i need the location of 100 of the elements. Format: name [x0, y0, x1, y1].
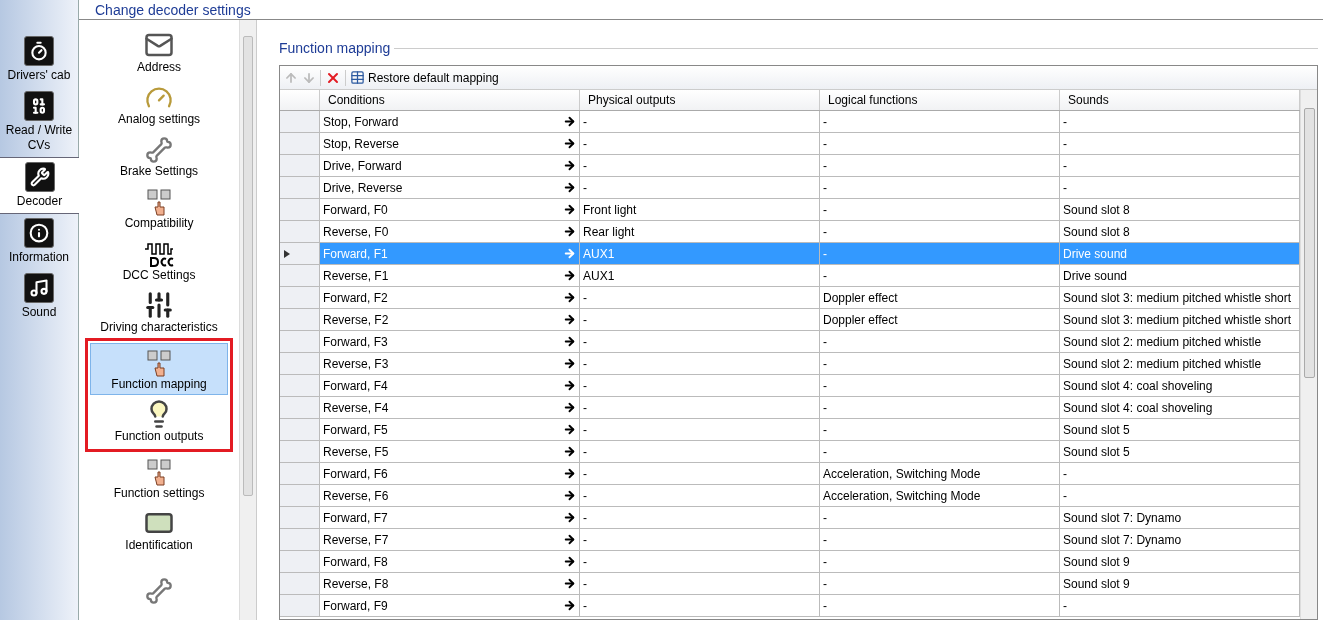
column-header[interactable]: Conditions: [320, 90, 580, 110]
table-cell: Stop, Forward: [320, 111, 580, 132]
table-row[interactable]: Forward, F6 - Acceleration, Switching Mode -: [280, 463, 1300, 485]
nav-item[interactable]: Drivers' cab: [0, 32, 78, 87]
table-cell: Stop, Reverse: [320, 133, 580, 154]
table-row[interactable]: Forward, F8 - - Sound slot 9: [280, 551, 1300, 573]
table-row[interactable]: Reverse, F2 - Doppler effect Sound slot 3: medium pitched whistle short: [280, 309, 1300, 331]
table-row[interactable]: Forward, F9 - - -: [280, 595, 1300, 617]
table-cell: Reverse, F4: [320, 397, 580, 418]
arrow-right-icon: [563, 313, 576, 326]
table-cell: Drive, Reverse: [320, 177, 580, 198]
page-title: Change decoder settings: [95, 2, 251, 17]
table-cell: Acceleration, Switching Mode: [820, 485, 1060, 506]
table-row[interactable]: Reverse, F7 - - Sound slot 7: Dynamo: [280, 529, 1300, 551]
arrow-right-icon: [563, 225, 576, 238]
table-cell: -: [820, 573, 1060, 594]
category-item[interactable]: Identification: [90, 504, 229, 556]
table-cell: -: [580, 463, 820, 484]
table-cell: -: [820, 221, 1060, 242]
table-cell: Reverse, F5: [320, 441, 580, 462]
category-item[interactable]: Function settings: [90, 452, 229, 504]
table-row[interactable]: Forward, F3 - - Sound slot 2: medium pitched whistle: [280, 331, 1300, 353]
arrow-right-icon: [563, 137, 576, 150]
table-row[interactable]: Reverse, F1 AUX1 - Drive sound: [280, 265, 1300, 287]
category-item[interactable]: Analog settings: [90, 78, 229, 130]
table-cell: -: [580, 419, 820, 440]
arrow-right-icon: [563, 423, 576, 436]
arrow-right-icon: [563, 335, 576, 348]
category-item[interactable]: Compatibility: [90, 182, 229, 234]
table-row[interactable]: Forward, F0 Front light - Sound slot 8: [280, 199, 1300, 221]
table-row[interactable]: Forward, F5 - - Sound slot 5: [280, 419, 1300, 441]
table-cell: -: [580, 111, 820, 132]
column-header[interactable]: Logical functions: [820, 90, 1060, 110]
category-item[interactable]: Function mapping: [90, 343, 229, 395]
table-cell: -: [580, 507, 820, 528]
table-cell: Reverse, F8: [320, 573, 580, 594]
sliders-icon: [144, 290, 175, 320]
table-row[interactable]: Reverse, F8 - - Sound slot 9: [280, 573, 1300, 595]
table-row[interactable]: Reverse, F3 - - Sound slot 2: medium pitched whistle: [280, 353, 1300, 375]
table-cell: Forward, F5: [320, 419, 580, 440]
table-row[interactable]: Reverse, F4 - - Sound slot 4: coal shoveling: [280, 397, 1300, 419]
table-cell: Reverse, F0: [320, 221, 580, 242]
table-cell: -: [580, 287, 820, 308]
table-cell: Front light: [580, 199, 820, 220]
table-cell: -: [580, 529, 820, 550]
nav-item[interactable]: Decoder: [0, 157, 79, 214]
grid-icon: [350, 70, 365, 85]
table-row[interactable]: Forward, F4 - - Sound slot 4: coal shoveling: [280, 375, 1300, 397]
function-keys-icon: [145, 349, 174, 377]
table-cell: Forward, F8: [320, 551, 580, 572]
table-cell: -: [580, 485, 820, 506]
scrollbar[interactable]: [1300, 90, 1317, 619]
arrow-right-icon: [563, 203, 576, 216]
arrow-right-icon: [563, 291, 576, 304]
table-cell: Reverse, F3: [320, 353, 580, 374]
function-keys-icon: [145, 458, 174, 486]
arrow-right-icon: [563, 511, 576, 524]
table-cell: Forward, F3: [320, 331, 580, 352]
table-cell: Reverse, F6: [320, 485, 580, 506]
column-header[interactable]: Physical outputs: [580, 90, 820, 110]
restore-default-button[interactable]: Restore default mapping: [350, 68, 499, 87]
arrow-right-icon: [563, 445, 576, 458]
table-cell: -: [580, 133, 820, 154]
table-row[interactable]: Drive, Reverse - - -: [280, 177, 1300, 199]
category-item[interactable]: Address: [90, 26, 229, 78]
arrow-right-icon: [563, 401, 576, 414]
table-row[interactable]: Forward, F7 - - Sound slot 7: Dynamo: [280, 507, 1300, 529]
arrow-right-icon: [563, 115, 576, 128]
signal-wave-icon: [144, 242, 175, 268]
table-row[interactable]: Forward, F2 - Doppler effect Sound slot 3: medium pitched whistle short: [280, 287, 1300, 309]
category-item[interactable]: DCC Settings: [90, 234, 229, 286]
table-cell: -: [580, 573, 820, 594]
table-cell: -: [820, 375, 1060, 396]
arrow-right-icon: [563, 379, 576, 392]
category-item[interactable]: Brake Settings: [90, 130, 229, 182]
table-cell: -: [580, 441, 820, 462]
nav-item[interactable]: Information: [0, 214, 78, 269]
table-cell: -: [820, 507, 1060, 528]
arrow-right-icon: [563, 599, 576, 612]
category-item[interactable]: Driving characteristics: [90, 286, 229, 338]
table-cell: -: [820, 353, 1060, 374]
table-cell: -: [820, 265, 1060, 286]
table-cell: -: [580, 551, 820, 572]
table-cell: Reverse, F7: [320, 529, 580, 550]
table-cell: -: [580, 397, 820, 418]
nav-item[interactable]: Sound: [0, 269, 78, 324]
table-row[interactable]: Drive, Forward - - -: [280, 155, 1300, 177]
table-cell: -: [820, 397, 1060, 418]
table-row[interactable]: Stop, Reverse - - -: [280, 133, 1300, 155]
table-row[interactable]: Reverse, F5 - - Sound slot 5: [280, 441, 1300, 463]
table-cell: -: [820, 155, 1060, 176]
table-row[interactable]: Stop, Forward - - -: [280, 111, 1300, 133]
table-cell: Rear light: [580, 221, 820, 242]
nav-item[interactable]: Read / Write CVs: [0, 87, 78, 157]
table-row[interactable]: Reverse, F6 - Acceleration, Switching Mode -: [280, 485, 1300, 507]
table-cell: Forward, F9: [320, 595, 580, 616]
table-cell: -: [580, 309, 820, 330]
scrollbar[interactable]: [239, 20, 256, 620]
table-cell: -: [820, 243, 1060, 264]
category-item[interactable]: Function outputs: [90, 395, 229, 447]
